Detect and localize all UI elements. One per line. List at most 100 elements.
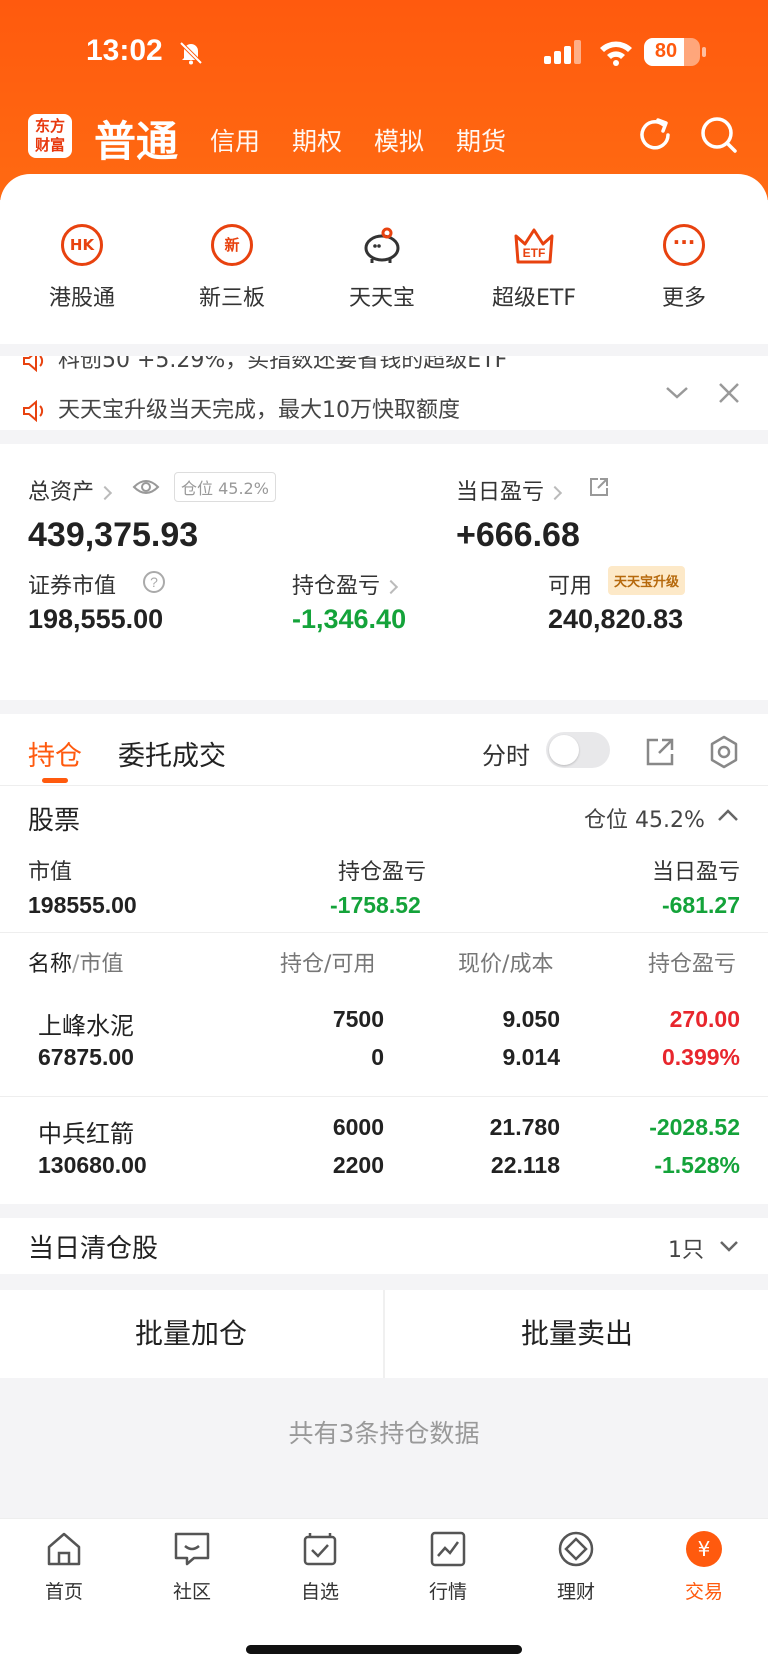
tab-watchlist[interactable]: 自选	[270, 1529, 370, 1604]
table-row[interactable]: 中兵红箭 130680.00 6000 2200 21.780 22.118 -…	[0, 1106, 768, 1202]
help-icon[interactable]: ?	[142, 570, 166, 594]
stock-available: 2200	[332, 1152, 384, 1178]
tab-trade[interactable]: ¥ 交易	[654, 1529, 754, 1604]
daily-pl-label[interactable]: 当日盈亏	[456, 474, 563, 506]
quick-item-tiantianbao[interactable]: 天天宝	[312, 224, 452, 312]
column-header-position[interactable]: 持仓/可用	[280, 946, 375, 978]
chevron-down-icon[interactable]	[664, 384, 690, 402]
market-icon	[430, 1531, 466, 1567]
available-value: 240,820.83	[548, 604, 684, 634]
tab-home[interactable]: 首页	[14, 1529, 114, 1604]
summary-daily-pl: -681.27	[661, 892, 740, 918]
total-assets-label[interactable]: 总资产	[28, 474, 113, 506]
chevron-up-icon[interactable]	[716, 806, 740, 824]
market-value-label: 证券市值	[28, 574, 117, 599]
section-title-stocks: 股票	[28, 806, 81, 836]
stock-pl-pct: 0.399%	[661, 1044, 740, 1070]
quick-item-super-etf[interactable]: ETF 超级ETF	[464, 224, 604, 312]
battery-level: 80	[654, 40, 678, 62]
bottom-tab-bar: 首页 社区 自选 行情 理财 ¥ 交易	[0, 1518, 768, 1665]
stock-pl: -2028.52	[649, 1114, 740, 1140]
summary-market-value-label: 市值	[28, 860, 73, 885]
holdings-tabs: 持仓 委托成交 分时	[0, 714, 768, 786]
summary-daily-pl-label: 当日盈亏	[651, 860, 740, 885]
stock-market-value: 130680.00	[38, 1152, 147, 1178]
bell-muted-icon	[179, 41, 203, 65]
settings-icon[interactable]	[706, 734, 742, 770]
daily-pl-value: +666.68	[456, 516, 580, 554]
upgrade-badge[interactable]: 天天宝升级	[608, 566, 686, 595]
tab-credit[interactable]: 信用	[210, 122, 260, 158]
notice-item[interactable]: 科创50 +5.29%，买指数还要省钱的超级ETF	[22, 356, 507, 374]
tab-holdings[interactable]: 持仓	[28, 734, 82, 773]
batch-add-button[interactable]: 批量加仓	[0, 1290, 382, 1378]
app-header: 13:02 80 东方 财富 普通 信用 期权 模拟 期货	[0, 0, 768, 200]
stock-position: 6000	[332, 1114, 384, 1140]
summary-market-value: 198555.00	[28, 892, 137, 918]
refresh-icon[interactable]	[634, 114, 676, 156]
eye-icon[interactable]	[132, 476, 160, 498]
column-header-price[interactable]: 现价/成本	[458, 946, 553, 978]
watchlist-icon	[303, 1533, 337, 1566]
xin-icon: 新	[211, 224, 253, 266]
quick-item-new-third-board[interactable]: 新 新三板	[162, 224, 302, 312]
status-bar: 13:02 80	[0, 0, 768, 100]
battery-indicator: 80	[644, 38, 706, 66]
stock-market-value: 67875.00	[38, 1044, 134, 1070]
app-logo: 东方 财富	[28, 114, 72, 158]
tab-orders[interactable]: 委托成交	[118, 734, 226, 773]
trade-icon: ¥	[686, 1531, 722, 1567]
home-indicator	[246, 1645, 522, 1654]
stock-price: 9.050	[502, 1006, 560, 1032]
status-time: 13:02	[86, 34, 163, 67]
share-icon[interactable]	[588, 476, 610, 498]
stock-pl: 270.00	[669, 1006, 740, 1032]
more-icon: ···	[663, 224, 705, 266]
holdings-count-text: 共有3条持仓数据	[288, 1419, 480, 1448]
tab-underline	[42, 778, 68, 783]
svg-text:?: ?	[150, 574, 158, 590]
cleared-stocks-row[interactable]: 当日清仓股 1只	[0, 1218, 768, 1274]
position-badge: 仓位 45.2%	[174, 472, 276, 502]
stock-cost: 22.118	[490, 1152, 560, 1178]
section-position: 仓位 45.2%	[584, 808, 705, 833]
close-icon[interactable]	[716, 380, 742, 406]
piggy-bank-icon	[364, 227, 400, 263]
tab-simulation[interactable]: 模拟	[374, 122, 424, 158]
wealth-icon	[558, 1531, 594, 1567]
summary-holding-pl: -1758.52	[330, 892, 421, 918]
stock-name: 上峰水泥	[38, 1012, 134, 1040]
total-assets-value: 439,375.93	[28, 516, 199, 554]
search-icon[interactable]	[698, 114, 740, 156]
account-type-nav: 东方 财富 普通 信用 期权 模拟 期货	[0, 108, 768, 168]
tab-community[interactable]: 社区	[142, 1529, 242, 1604]
tab-wealth[interactable]: 理财	[526, 1529, 626, 1604]
stock-available: 0	[371, 1044, 384, 1070]
tab-futures[interactable]: 期货	[456, 122, 506, 158]
tab-market[interactable]: 行情	[398, 1529, 498, 1604]
cleared-label: 当日清仓股	[28, 1234, 159, 1264]
tab-normal[interactable]: 普通	[94, 108, 178, 169]
quick-item-more[interactable]: ··· 更多	[614, 224, 754, 312]
tab-options[interactable]: 期权	[292, 122, 342, 158]
available-label: 可用	[548, 574, 593, 599]
quick-item-hk-connect[interactable]: HK 港股通	[12, 224, 152, 312]
holding-pl-label[interactable]: 持仓盈亏	[292, 568, 399, 600]
community-icon	[174, 1532, 210, 1566]
column-header-name[interactable]: 名称/市值	[28, 946, 123, 978]
holdings-panel: 持仓 委托成交 分时 股票 仓位 45.2% 市值 198555.00 持仓盈亏…	[0, 714, 768, 1204]
hk-icon: HK	[61, 224, 103, 266]
notice-ticker[interactable]: 科创50 +5.29%，买指数还要省钱的超级ETF 天天宝升级当天完成，最大10…	[0, 356, 768, 430]
batch-actions: 批量加仓 批量卖出	[0, 1290, 768, 1378]
time-share-toggle[interactable]	[546, 732, 610, 768]
wifi-icon	[600, 41, 632, 66]
cleared-count: 1只	[668, 1238, 704, 1263]
share-icon[interactable]	[644, 736, 676, 768]
column-header-pl[interactable]: 持仓盈亏	[648, 946, 740, 978]
svg-text:¥: ¥	[698, 1537, 711, 1561]
batch-sell-button[interactable]: 批量卖出	[386, 1290, 768, 1378]
table-row[interactable]: 上峰水泥 67875.00 7500 0 9.050 9.014 270.00 …	[0, 998, 768, 1094]
stock-pl-pct: -1.528%	[654, 1152, 740, 1178]
notice-item[interactable]: 天天宝升级当天完成，最大10万快取额度	[22, 392, 460, 424]
summary-holding-pl-label: 持仓盈亏	[338, 860, 427, 885]
